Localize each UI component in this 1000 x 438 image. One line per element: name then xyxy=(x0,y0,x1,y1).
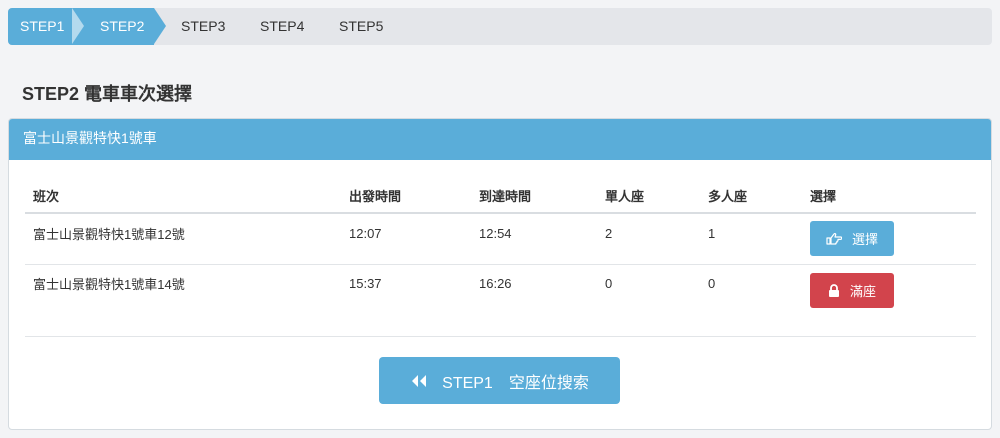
row2-depart: 15:37 xyxy=(349,276,382,291)
column-header-train: 班次 xyxy=(33,189,60,204)
row2-arrive: 16:26 xyxy=(479,276,512,291)
header-divider xyxy=(25,212,976,214)
row1-depart: 12:07 xyxy=(349,226,382,241)
hand-pointer-icon xyxy=(826,232,842,245)
double-chevron-left-icon xyxy=(412,374,427,387)
row1-multi: 1 xyxy=(708,226,716,241)
row1-single: 2 xyxy=(605,226,613,241)
step-5: STEP5 xyxy=(339,18,384,34)
select-button[interactable]: 選擇 xyxy=(810,221,894,256)
step-1[interactable]: STEP1 xyxy=(20,8,64,45)
step-3: STEP3 xyxy=(181,18,226,34)
row1-arrive: 12:54 xyxy=(479,226,512,241)
full-button[interactable]: 滿座 xyxy=(810,273,894,308)
train-panel: 富士山景觀特快1號車 班次 出發時間 到達時間 單人座 多人座 選擇 富士山景觀… xyxy=(8,118,992,430)
column-header-depart: 出發時間 xyxy=(349,189,402,204)
row2-train: 富士山景觀特快1號車14號 xyxy=(33,277,185,292)
full-button-label: 滿座 xyxy=(849,284,876,299)
step-breadcrumb: STEP1 STEP2 STEP3 STEP4 STEP5 xyxy=(8,8,992,45)
back-to-step1-button[interactable]: STEP1 空座位搜索 xyxy=(379,357,620,404)
row1-train: 富士山景觀特快1號車12號 xyxy=(33,227,185,242)
step-active-arrow xyxy=(154,8,166,44)
panel-title: 富士山景觀特快1號車 xyxy=(9,119,991,160)
select-button-label: 選擇 xyxy=(851,232,878,247)
table-bottom-divider xyxy=(25,336,976,337)
page-title: STEP2 電車車次選擇 xyxy=(22,84,193,104)
column-header-select: 選擇 xyxy=(810,189,837,204)
column-header-single: 單人座 xyxy=(605,189,645,204)
step-4: STEP4 xyxy=(260,18,305,34)
row2-single: 0 xyxy=(605,276,613,291)
step-2[interactable]: STEP2 xyxy=(100,8,144,45)
column-header-arrive: 到達時間 xyxy=(479,189,532,204)
column-header-multi: 多人座 xyxy=(708,189,748,204)
row-divider xyxy=(25,264,976,265)
lock-icon xyxy=(828,284,839,297)
row2-multi: 0 xyxy=(708,276,716,291)
step-separator xyxy=(72,8,84,44)
back-button-label: STEP1 空座位搜索 xyxy=(442,374,589,392)
